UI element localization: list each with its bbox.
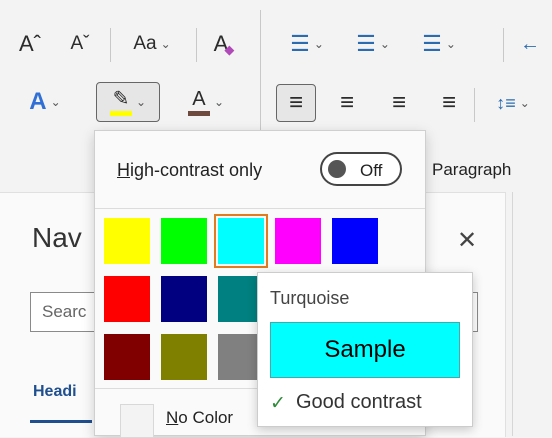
bullets-button[interactable]: ☰ ⌄ <box>278 24 336 64</box>
paragraph-group-label: Paragraph <box>432 160 512 179</box>
chevron-down-icon: ⌄ <box>445 37 456 51</box>
font-color-button[interactable]: A ⌄ <box>172 82 240 122</box>
toggle-knob <box>328 160 346 178</box>
swatch-yellow[interactable] <box>104 218 150 264</box>
align-center-button[interactable]: ≡ <box>328 84 366 122</box>
ribbon-separator <box>110 28 111 62</box>
swatch-red[interactable] <box>104 276 150 322</box>
font-color-icon: A <box>192 87 206 110</box>
swatch-pink[interactable] <box>275 218 321 264</box>
tooltip-sample: Sample <box>270 322 460 378</box>
dropdown-divider <box>95 388 265 389</box>
no-color-swatch[interactable] <box>120 404 154 438</box>
align-right-button[interactable]: ≡ <box>380 84 418 122</box>
align-center-icon: ≡ <box>339 89 354 116</box>
chevron-down-icon: ⌄ <box>519 96 530 110</box>
grow-font-icon[interactable]: Aˆ <box>12 24 48 64</box>
close-icon[interactable]: ✕ <box>457 226 477 255</box>
highlight-color-button[interactable]: ✎ ⌄ <box>96 82 160 122</box>
align-left-button[interactable]: ≡ <box>276 84 316 122</box>
text-effects-button[interactable]: A ⌄ <box>14 82 76 122</box>
line-spacing-icon: ↕≡ <box>496 92 516 113</box>
chevron-down-icon: ⌄ <box>160 37 171 51</box>
high-contrast-label: High-contrast only <box>117 160 263 180</box>
text-effects-icon: A <box>29 88 47 115</box>
align-right-icon: ≡ <box>391 89 406 116</box>
change-case-button[interactable]: Aa ⌄ <box>118 24 186 64</box>
tooltip-color-name: Turquoise <box>270 288 350 308</box>
toggle-state: Off <box>360 161 383 180</box>
numbering-icon: ☰ <box>356 31 376 56</box>
shrink-font-icon[interactable]: Aˇ <box>62 24 98 64</box>
tab-headings[interactable]: Headi <box>33 383 77 401</box>
align-left-icon: ≡ <box>288 89 303 116</box>
tab-active-indicator <box>30 420 92 423</box>
chevron-down-icon: ⌄ <box>379 37 390 51</box>
bullets-icon: ☰ <box>290 31 310 56</box>
font-color-group: A <box>187 87 210 116</box>
chevron-down-icon: ⌄ <box>213 95 225 109</box>
multilevel-list-button[interactable]: ☰ ⌄ <box>410 24 468 64</box>
swatch-dark-red[interactable] <box>104 334 150 380</box>
eraser-icon: ◆ <box>224 42 235 57</box>
font-current-color <box>187 110 210 116</box>
chevron-down-icon: ⌄ <box>135 95 147 109</box>
dropdown-divider <box>95 208 425 209</box>
multilevel-list-icon: ☰ <box>422 31 442 56</box>
justify-icon: ≡ <box>441 89 456 116</box>
swatch-dark-yellow[interactable] <box>161 334 207 380</box>
numbering-button[interactable]: ☰ ⌄ <box>344 24 402 64</box>
ribbon-bottom-edge <box>512 192 513 436</box>
navigation-pane-title: Nav <box>32 222 82 253</box>
ribbon: Aˆ Aˇ Aa ⌄ A ◆ ☰ ⌄ ☰ ⌄ ☰ ⌄ ← A ⌄ ✎ ⌄ A ⌄ ≡ <box>0 0 552 148</box>
change-case-icon: Aa <box>133 33 157 54</box>
highlight-swatch-group: ✎ <box>109 87 132 116</box>
ribbon-group-separator <box>260 10 261 138</box>
swatch-bright-green[interactable] <box>161 218 207 264</box>
swatch-blue[interactable] <box>332 218 378 264</box>
highlighter-pen-icon: ✎ <box>112 87 130 110</box>
chevron-down-icon: ⌄ <box>50 95 61 109</box>
swatch-turquoise[interactable] <box>214 214 268 268</box>
chevron-down-icon: ⌄ <box>313 37 324 51</box>
check-icon: ✓ <box>270 393 286 414</box>
ribbon-separator <box>503 28 504 62</box>
line-spacing-button[interactable]: ↕≡ ⌄ <box>482 84 544 122</box>
swatch-dark-blue[interactable] <box>161 276 207 322</box>
search-placeholder: Searc <box>42 302 87 321</box>
decrease-indent-icon: ← <box>520 32 540 55</box>
ribbon-separator <box>196 28 197 62</box>
clear-formatting-button[interactable]: A ◆ <box>204 24 244 64</box>
decrease-indent-button[interactable]: ← <box>512 24 548 64</box>
no-color-option[interactable]: No Color <box>166 408 233 428</box>
justify-button[interactable]: ≡ <box>430 84 468 122</box>
ribbon-separator <box>474 88 475 122</box>
tooltip-contrast-label: Good contrast <box>296 391 422 413</box>
highlight-current-color <box>109 110 132 116</box>
